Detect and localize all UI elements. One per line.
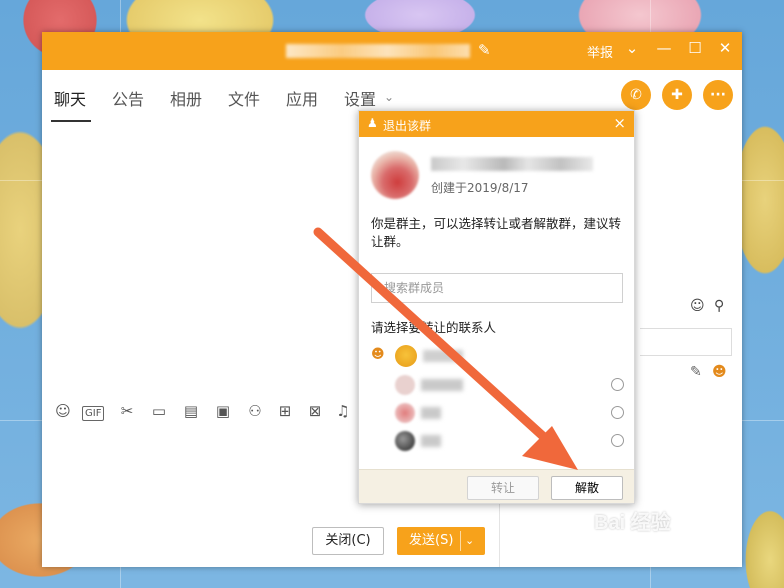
chevron-down-icon[interactable]: ⌄ <box>622 39 642 57</box>
settings-chevron-icon[interactable]: ⌄ <box>384 90 394 104</box>
qq-penguin-icon: ♟ <box>367 116 378 130</box>
group-title-blurred <box>286 44 470 58</box>
member-avatar <box>395 375 415 395</box>
edit-title-icon[interactable]: ✎ <box>478 41 491 59</box>
member-row[interactable] <box>395 431 625 455</box>
transfer-button[interactable]: 转让 <box>467 476 539 500</box>
tab-apps[interactable]: 应用 <box>286 86 318 110</box>
active-tab-indicator <box>51 120 91 122</box>
tab-announcement[interactable]: 公告 <box>112 86 144 110</box>
report-button[interactable]: 举报 <box>587 42 613 61</box>
dialog-header: ♟ 退出该群 × <box>359 111 634 137</box>
send-options-chevron-icon[interactable]: ⌄ <box>465 527 474 555</box>
member-radio[interactable] <box>611 434 624 447</box>
member-row[interactable] <box>395 403 625 427</box>
owner-name-blurred <box>423 350 463 362</box>
member-search-input[interactable]: 搜索群成员 <box>371 273 623 303</box>
dialog-footer: 转让 解散 <box>359 469 634 503</box>
send-button[interactable]: 发送(S) ⌄ <box>397 527 485 555</box>
dialog-close-icon[interactable]: × <box>613 114 626 132</box>
dialog-title: 退出该群 <box>383 119 432 133</box>
game-icon[interactable]: ⚇ <box>244 402 266 420</box>
tab-settings[interactable]: 设置 <box>344 86 376 110</box>
minimize-button[interactable]: — <box>654 39 674 57</box>
tab-chat[interactable]: 聊天 <box>54 86 86 110</box>
select-contact-label: 请选择要转让的联系人 <box>371 320 497 335</box>
watermark-brand: Bai 经验 <box>594 512 671 534</box>
send-label: 发送(S) <box>409 533 454 548</box>
owner-row: ☻ <box>371 345 621 369</box>
sticker-icon[interactable]: ▤ <box>180 402 202 420</box>
bell-icon[interactable]: ♫ <box>332 402 354 420</box>
member-panel-box <box>640 328 732 356</box>
member-row[interactable] <box>395 375 625 399</box>
edit-icon[interactable]: ✎ <box>690 364 702 380</box>
member-avatar <box>395 431 415 451</box>
member-manage-icon[interactable]: ☺ <box>690 298 705 314</box>
folder-icon[interactable]: ▭ <box>148 402 170 420</box>
group-name-blurred <box>431 157 593 171</box>
gift-icon[interactable]: ⊞ <box>274 402 296 420</box>
more-icon[interactable]: ··· <box>703 80 733 110</box>
watermark-url: jingyan.baidu.com <box>604 548 714 559</box>
member-name-blurred <box>421 407 441 419</box>
owner-badge-icon: ☻ <box>371 347 385 362</box>
title-bar: ✎ 举报 ⌄ — ☐ ✕ <box>42 32 742 70</box>
red-packet-icon[interactable]: ⊠ <box>304 402 326 420</box>
gif-icon[interactable]: GIF <box>82 406 105 421</box>
member-radio[interactable] <box>611 406 624 419</box>
close-window-button[interactable]: ✕ <box>715 39 735 57</box>
member-radio[interactable] <box>611 378 624 391</box>
owner-avatar <box>395 345 417 367</box>
emoji-icon[interactable]: ☺ <box>52 402 74 420</box>
scissors-icon[interactable]: ✂ <box>116 402 138 420</box>
tab-files[interactable]: 文件 <box>228 86 260 110</box>
owner-avatar-icon: ☻ <box>712 364 727 380</box>
image-icon[interactable]: ▣ <box>212 402 234 420</box>
add-message-icon[interactable]: ✚ <box>662 80 692 110</box>
group-avatar <box>371 151 419 199</box>
member-name-blurred <box>421 435 441 447</box>
dialog-message: 你是群主，可以选择转让或者解散群，建议转让群。 <box>371 216 622 249</box>
tab-album[interactable]: 相册 <box>170 86 202 110</box>
maximize-button[interactable]: ☐ <box>685 39 705 57</box>
quit-group-dialog: ♟ 退出该群 × 创建于2019/8/17 你是群主，可以选择转让或者解散群，建… <box>358 110 635 504</box>
member-search-icon[interactable]: ⚲ <box>714 298 724 314</box>
member-avatar <box>395 403 415 423</box>
send-separator <box>460 531 461 551</box>
close-button[interactable]: 关闭(C) <box>312 527 384 555</box>
group-created-date: 创建于2019/8/17 <box>431 181 529 195</box>
dissolve-button[interactable]: 解散 <box>551 476 623 500</box>
phone-call-icon[interactable]: ✆ <box>621 80 651 110</box>
member-name-blurred <box>421 379 463 391</box>
